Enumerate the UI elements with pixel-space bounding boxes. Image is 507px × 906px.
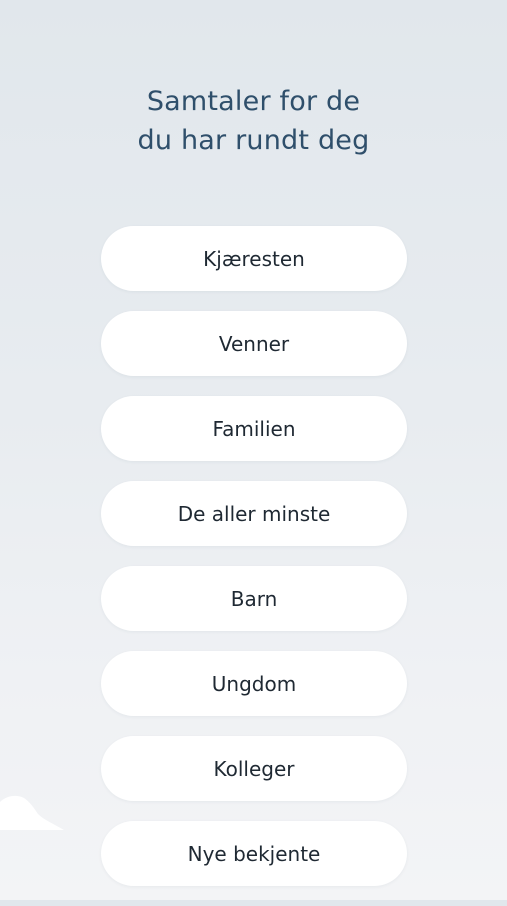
category-button-familien[interactable]: Familien: [101, 396, 407, 461]
category-button-venner[interactable]: Venner: [101, 311, 407, 376]
category-button-label: Barn: [230, 586, 278, 611]
category-button-nye-bekjente[interactable]: Nye bekjente: [101, 821, 407, 886]
category-button-label: Kolleger: [213, 756, 295, 781]
category-button-ungdom[interactable]: Ungdom: [101, 651, 407, 716]
category-button-label: Nye bekjente: [187, 841, 321, 866]
page-title: Samtaler for de du har rundt deg: [0, 82, 507, 160]
cloud-icon: [0, 795, 64, 830]
category-menu: Kjæresten Venner Familien De aller minst…: [101, 226, 407, 906]
category-button-kjaeresten[interactable]: Kjæresten: [101, 226, 407, 291]
category-button-barn[interactable]: Barn: [101, 566, 407, 631]
page-title-line-1: Samtaler for de: [146, 86, 361, 117]
category-button-kolleger[interactable]: Kolleger: [101, 736, 407, 801]
category-button-label: Ungdom: [211, 671, 297, 696]
category-button-label: Familien: [212, 416, 296, 441]
category-button-label: Venner: [218, 331, 290, 356]
category-button-label: De aller minste: [177, 501, 331, 526]
category-button-de-aller-minste[interactable]: De aller minste: [101, 481, 407, 546]
category-button-label: Kjæresten: [203, 246, 305, 271]
page-title-line-2: du har rundt deg: [137, 125, 370, 156]
